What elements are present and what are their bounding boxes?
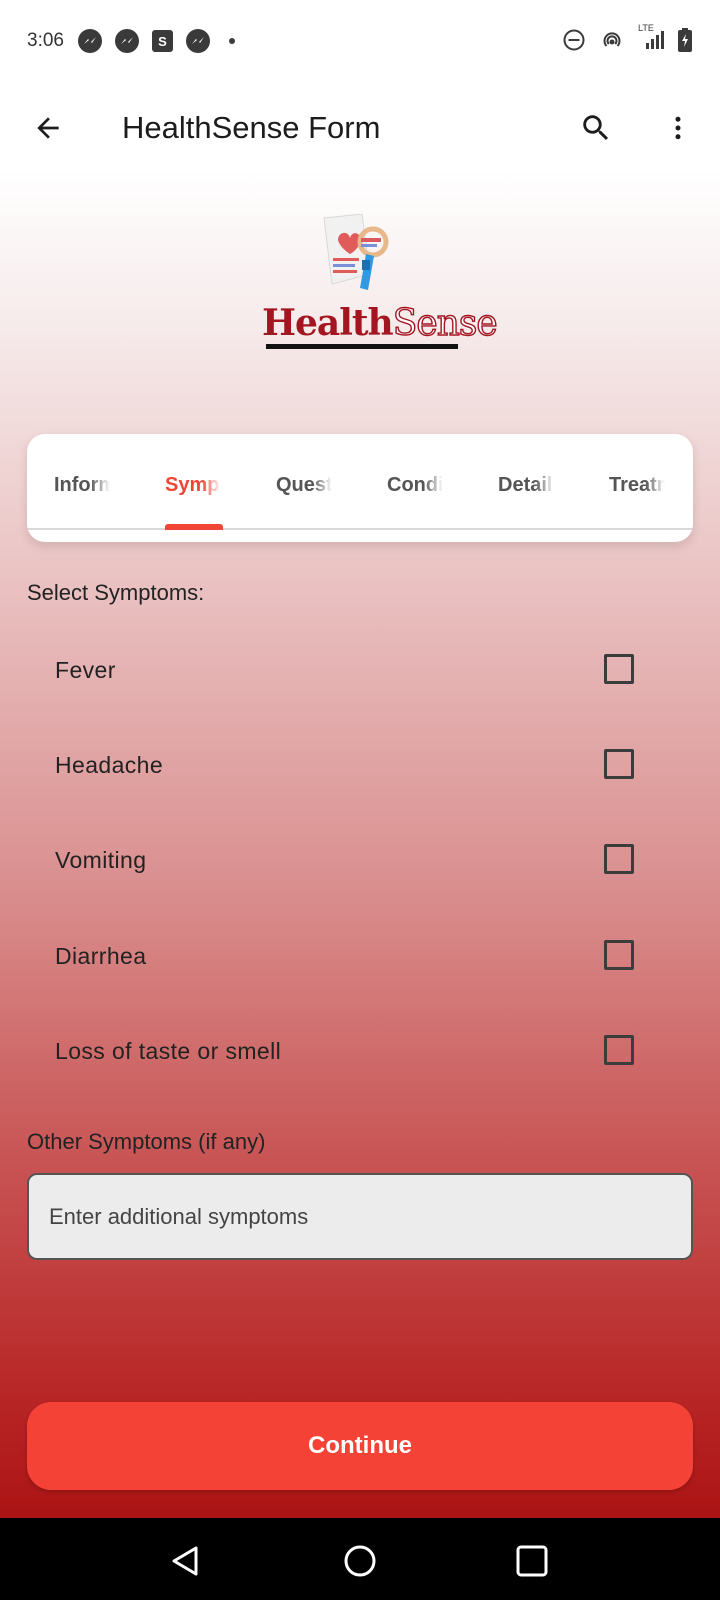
tabs-divider: [27, 528, 693, 530]
system-icons: LTE: [562, 23, 692, 58]
tab-details[interactable]: Details: [498, 474, 554, 498]
symptom-checkbox-fever[interactable]: [604, 654, 634, 684]
dot-icon: [228, 38, 235, 44]
back-triangle-icon: [172, 1546, 198, 1576]
active-tab-indicator: [165, 524, 223, 530]
symptom-row-diarrhea[interactable]: Diarrhea: [27, 911, 693, 1001]
other-symptoms-input[interactable]: Enter additional symptoms: [27, 1173, 693, 1260]
shopping-bag-icon: S: [151, 30, 173, 52]
logo-underline: [266, 344, 458, 349]
symptom-checkbox-loss-of-taste-or-smell[interactable]: [604, 1035, 634, 1065]
page-title: HealthSense Form: [122, 110, 381, 145]
select-symptoms-heading: Select Symptoms:: [27, 580, 205, 605]
tab-conditions[interactable]: Conditions: [387, 474, 443, 498]
form-tabs: Information Symptoms Questions Condition…: [27, 434, 693, 542]
search-icon: [583, 115, 609, 141]
symptom-row-headache[interactable]: Headache: [27, 720, 693, 810]
hotspot-icon: [600, 28, 624, 58]
arrow-back-icon: [37, 117, 59, 139]
messenger-icon: [185, 29, 210, 53]
recents-square-icon: [516, 1545, 548, 1577]
healthsense-logo: HealthSense: [258, 214, 498, 354]
tab-information[interactable]: Information: [54, 474, 110, 498]
battery-charging-icon: [678, 28, 692, 58]
messenger-icon: [77, 29, 102, 53]
symptom-label: Headache: [55, 752, 164, 778]
tab-symptoms[interactable]: Symptoms: [165, 474, 221, 498]
symptom-row-loss-of-taste-or-smell[interactable]: Loss of taste or smell: [27, 1006, 693, 1096]
symptom-label: Fever: [55, 657, 116, 683]
tab-treatment[interactable]: Treatment: [609, 474, 665, 498]
logo-wordmark: HealthSense: [262, 302, 498, 345]
notification-icons: S: [77, 29, 235, 53]
search-button[interactable]: [574, 106, 618, 150]
other-symptoms-placeholder: Enter additional symptoms: [49, 1203, 309, 1229]
signal-icon: LTE: [638, 23, 664, 57]
status-time: 3:06: [27, 30, 64, 51]
status-bar: 3:06 S LTE: [0, 0, 720, 82]
more-vert-icon: [675, 116, 681, 140]
system-nav-bar: [0, 1518, 720, 1600]
symptom-label: Loss of taste or smell: [55, 1038, 282, 1064]
symptom-row-vomiting[interactable]: Vomiting: [27, 815, 693, 905]
symptom-checkbox-headache[interactable]: [604, 749, 634, 779]
other-symptoms-label: Other Symptoms (if any): [27, 1129, 266, 1154]
tab-questions[interactable]: Questions: [276, 474, 332, 498]
symptom-checkbox-diarrhea[interactable]: [604, 940, 634, 970]
do-not-disturb-icon: [562, 28, 586, 58]
more-options-button[interactable]: [656, 106, 700, 150]
nav-home-button[interactable]: [335, 1536, 385, 1586]
health-document-icon: [323, 214, 389, 290]
home-circle-icon: [344, 1545, 376, 1577]
symptom-label: Diarrhea: [55, 943, 147, 969]
nav-back-button[interactable]: [160, 1536, 210, 1586]
messenger-icon: [114, 29, 139, 53]
back-button[interactable]: [26, 106, 70, 150]
app-bar: HealthSense Form: [0, 82, 720, 178]
network-type: LTE: [638, 23, 654, 33]
nav-recents-button[interactable]: [507, 1536, 557, 1586]
symptom-label: Vomiting: [55, 847, 147, 873]
symptom-checkbox-vomiting[interactable]: [604, 844, 634, 874]
symptom-row-fever[interactable]: Fever: [27, 625, 693, 715]
continue-button[interactable]: Continue: [27, 1402, 693, 1490]
